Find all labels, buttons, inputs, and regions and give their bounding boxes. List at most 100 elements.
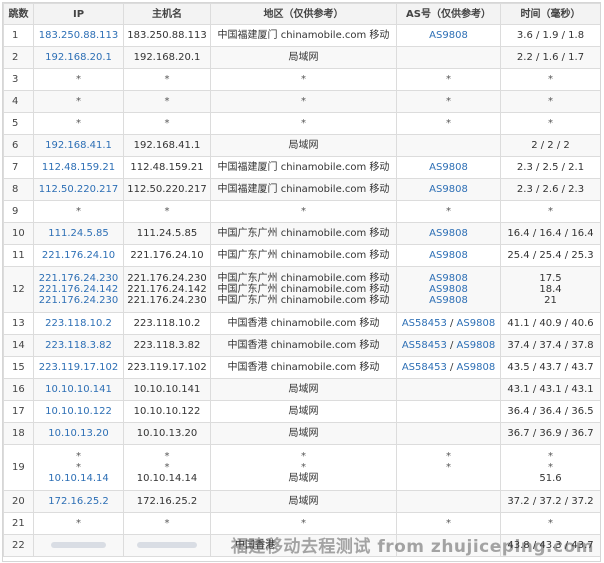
ip-link[interactable]: 183.250.88.113 — [36, 30, 121, 41]
ip-link[interactable]: 10.10.10.122 — [36, 406, 121, 417]
ip-link[interactable]: 223.118.3.82 — [36, 340, 121, 351]
ip-cell: 10.10.10.141 — [33, 378, 124, 401]
as-cell: * — [396, 68, 501, 91]
ip-link[interactable]: 221.176.24.230 — [36, 295, 121, 306]
time-cell: 43.1 / 43.1 / 43.1 — [500, 378, 600, 401]
as-link[interactable]: AS9808 — [457, 318, 496, 329]
region-text: 中国广东广州 chinamobile.com 移动 — [217, 295, 390, 306]
time-text: 43.1 / 43.1 / 43.1 — [507, 384, 594, 395]
ip-link[interactable]: 172.16.25.2 — [36, 496, 121, 507]
region-text: * — [301, 96, 306, 107]
time-text: * — [548, 74, 553, 85]
ip-cell: 172.16.25.2 — [33, 490, 124, 513]
as-line: AS9808 — [399, 30, 498, 41]
as-link[interactable]: AS9808 — [429, 295, 468, 306]
ip-link[interactable]: 112.50.220.217 — [36, 184, 121, 195]
header-hostname: 主机名 — [123, 3, 211, 25]
table-row: 14 223.118.3.82 223.118.3.82 中国香港 chinamobi… — [3, 334, 600, 357]
hop-cell: 16 — [3, 378, 34, 401]
hostname-cell: 221.176.24.10 — [123, 244, 211, 267]
ip-cell: 223.118.3.82 — [33, 334, 124, 357]
ip-link[interactable]: 223.118.10.2 — [36, 318, 121, 329]
time-cell: 2.2 / 1.6 / 1.7 — [500, 46, 600, 69]
hop-number: 21 — [12, 518, 25, 529]
redacted-ip — [51, 542, 106, 548]
hostname-text: 221.176.24.142 — [127, 284, 207, 295]
time-cell: 36.7 / 36.9 / 36.7 — [500, 422, 600, 445]
as-link[interactable]: AS9808 — [429, 228, 468, 239]
region-cell: 中国福建厦门 chinamobile.com 移动 — [210, 24, 397, 47]
hop-cell: 21 — [3, 512, 34, 535]
as-line — [399, 140, 498, 151]
hop-number: 18 — [12, 428, 25, 439]
region-text: 中国香港 chinamobile.com 移动 — [227, 340, 380, 351]
ip-link[interactable]: 192.168.20.1 — [36, 52, 121, 63]
as-cell: * — [396, 200, 501, 223]
ip-cell — [33, 534, 124, 557]
ip-link[interactable]: 221.176.24.142 — [36, 284, 121, 295]
hostname-text: 223.119.17.102 — [127, 362, 207, 373]
ip-link: * — [76, 462, 81, 473]
as-cell: * — [396, 90, 501, 113]
time-text: 37.2 / 37.2 / 37.2 — [507, 496, 594, 507]
ip-link[interactable]: 192.168.41.1 — [36, 140, 121, 151]
as-link[interactable]: AS9808 — [429, 250, 468, 261]
ip-link[interactable]: 10.10.10.141 — [36, 384, 121, 395]
table-row: 16 10.10.10.141 10.10.10.141 局域网 43.1 / 43.… — [3, 378, 600, 401]
table-row: 10 111.24.5.85 111.24.5.85 中国广东广州 chinamobi… — [3, 222, 600, 245]
table-body: 1 183.250.88.113 183.250.88.113 中国福建厦门 chin… — [3, 24, 600, 557]
ip-link[interactable]: 221.176.24.230 — [36, 273, 121, 284]
as-cell: * — [396, 112, 501, 135]
region-text: * — [301, 518, 306, 529]
as-link[interactable]: AS9808 — [429, 30, 468, 41]
region-text: 中国广东广州 chinamobile.com 移动 — [217, 273, 390, 284]
hostname-cell: * — [123, 90, 211, 113]
as-line: * — [399, 118, 498, 129]
hostname-text: 10.10.13.20 — [136, 428, 198, 439]
as-separator: / — [446, 340, 457, 351]
hop-cell: 15 — [3, 356, 34, 379]
time-cell: 41.1 / 40.9 / 40.6 — [500, 312, 600, 335]
as-line — [399, 406, 498, 417]
as-link[interactable]: AS9808 — [429, 284, 468, 295]
hostname-cell: 223.119.17.102 — [123, 356, 211, 379]
ip-cell: 112.48.159.21 — [33, 156, 124, 179]
as-link[interactable]: AS9808 — [429, 273, 468, 284]
as-link[interactable]: AS9808 — [429, 184, 468, 195]
ip-link[interactable]: 111.24.5.85 — [36, 228, 121, 239]
hop-number: 5 — [12, 118, 19, 129]
time-text: 18.4 — [539, 284, 562, 295]
hop-cell: 20 — [3, 490, 34, 513]
hop-number: 8 — [12, 184, 19, 195]
as-cell: AS9808 — [396, 178, 501, 201]
ip-link[interactable]: 10.10.14.14 — [36, 473, 121, 484]
time-cell: 2.3 / 2.6 / 2.3 — [500, 178, 600, 201]
hostname-text: 221.176.24.230 — [127, 295, 207, 306]
hop-cell: 4 — [3, 90, 34, 113]
table-row: 11 221.176.24.10 221.176.24.10 中国广东广州 china… — [3, 244, 600, 267]
hop-number: 7 — [12, 162, 19, 173]
hostname-cell: 192.168.20.1 — [123, 46, 211, 69]
as-line: AS9808 — [399, 184, 498, 195]
as-cell — [396, 422, 501, 445]
hostname-text: 172.16.25.2 — [136, 496, 198, 507]
as-link[interactable]: AS58453 — [402, 362, 447, 373]
time-cell: * — [500, 112, 600, 135]
time-text: * — [548, 462, 553, 473]
as-link[interactable]: AS58453 — [402, 340, 447, 351]
hop-number: 14 — [12, 340, 25, 351]
region-text: * — [301, 451, 306, 462]
ip-link[interactable]: 10.10.13.20 — [36, 428, 121, 439]
ip-link[interactable]: 223.119.17.102 — [36, 362, 121, 373]
as-link[interactable]: AS9808 — [457, 340, 496, 351]
ip-link[interactable]: 221.176.24.10 — [36, 250, 121, 261]
time-cell: 25.4 / 25.4 / 25.3 — [500, 244, 600, 267]
as-cell: * * — [396, 444, 501, 491]
header-time: 时间（毫秒） — [500, 3, 600, 25]
hop-number: 1 — [12, 30, 19, 41]
as-link[interactable]: AS9808 — [457, 362, 496, 373]
as-link[interactable]: AS58453 — [402, 318, 447, 329]
table-row: 1 183.250.88.113 183.250.88.113 中国福建厦门 chin… — [3, 24, 600, 47]
as-link[interactable]: AS9808 — [429, 162, 468, 173]
ip-link[interactable]: 112.48.159.21 — [36, 162, 121, 173]
